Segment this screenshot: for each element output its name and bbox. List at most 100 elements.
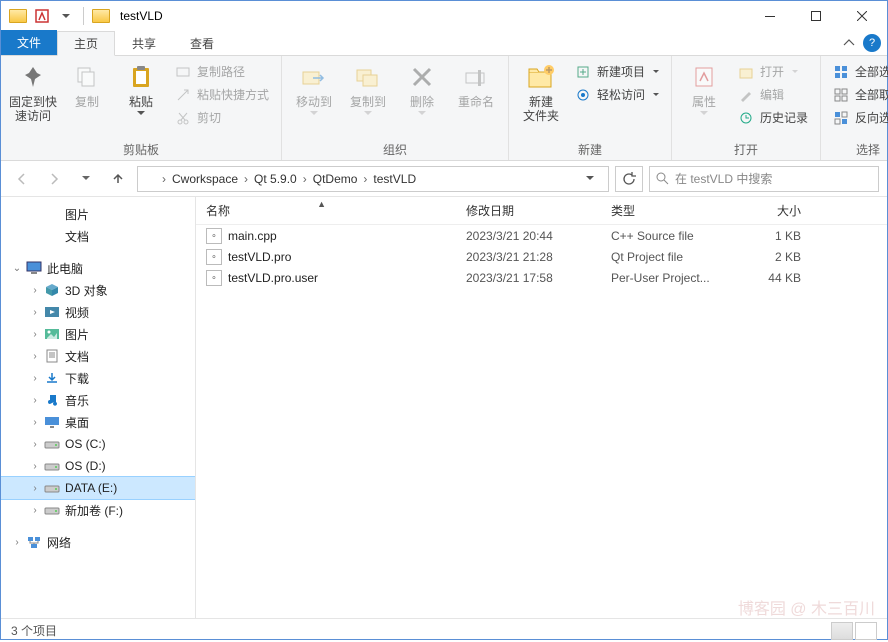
refresh-button[interactable] <box>615 166 643 192</box>
tree-item-this-pc[interactable]: ⌄此电脑 <box>1 257 195 279</box>
file-row[interactable]: ∘testVLD.pro.user2023/3/21 17:58Per-User… <box>196 267 887 288</box>
file-rows: ∘main.cpp2023/3/21 20:44C++ Source file1… <box>196 225 887 618</box>
doc-icon <box>43 348 61 364</box>
maximize-button[interactable] <box>793 1 839 31</box>
close-button[interactable] <box>839 1 885 31</box>
tree-item[interactable]: › 新加卷 (F:) <box>1 499 195 521</box>
cut-button[interactable]: 剪切 <box>171 107 273 128</box>
icons-view-button[interactable] <box>855 622 877 640</box>
history-button[interactable]: 历史记录 <box>734 107 812 128</box>
qat-properties-icon[interactable] <box>31 5 53 27</box>
navigation-tree[interactable]: 图片 文档 ⌄此电脑 ›3D 对象›视频›图片›文档›下载›音乐›桌面›OS (… <box>1 197 196 618</box>
column-header-size[interactable]: 大小 <box>731 202 811 219</box>
details-view-button[interactable] <box>831 622 853 640</box>
qat-folder-icon[interactable] <box>7 5 29 27</box>
chevron-right-icon[interactable]: › <box>27 307 43 318</box>
tree-item[interactable]: ›下载 <box>1 367 195 389</box>
up-button[interactable] <box>105 166 131 192</box>
file-name: testVLD.pro <box>228 250 291 264</box>
chevron-right-icon[interactable]: › <box>303 172 307 186</box>
breadcrumb[interactable]: Cworkspace <box>170 172 240 186</box>
new-folder-button[interactable]: 新建 文件夹 <box>515 59 567 125</box>
properties-button[interactable]: 属性 <box>678 59 730 117</box>
ribbon-tabs: 文件 主页 共享 查看 ? <box>1 31 887 56</box>
tree-item[interactable]: 文档 <box>1 225 195 247</box>
tree-item[interactable]: ›文档 <box>1 345 195 367</box>
ribbon-group-select: 全部选择 全部取消 反向选择 选择 <box>821 56 888 160</box>
music-icon <box>43 392 61 408</box>
easy-access-button[interactable]: 轻松访问 <box>571 84 663 105</box>
edit-button[interactable]: 编辑 <box>734 84 812 105</box>
move-to-button[interactable]: 移动到 <box>288 59 340 117</box>
tab-file[interactable]: 文件 <box>1 30 57 55</box>
search-box[interactable] <box>649 166 879 192</box>
rename-button[interactable]: 重命名 <box>450 59 502 111</box>
copy-to-button[interactable]: 复制到 <box>342 59 394 117</box>
tree-item[interactable]: ›图片 <box>1 323 195 345</box>
desktop-icon <box>43 414 61 430</box>
minimize-button[interactable] <box>747 1 793 31</box>
chevron-right-icon[interactable]: › <box>27 395 43 406</box>
tab-home[interactable]: 主页 <box>57 31 115 56</box>
paste-shortcut-button[interactable]: 粘贴快捷方式 <box>171 84 273 105</box>
chevron-right-icon[interactable]: › <box>27 439 43 450</box>
ribbon-collapse-icon[interactable] <box>843 39 855 47</box>
drive-icon <box>43 502 61 518</box>
column-header-date[interactable]: 修改日期 <box>456 202 601 219</box>
chevron-right-icon[interactable]: › <box>27 373 43 384</box>
file-row[interactable]: ∘testVLD.pro2023/3/21 21:28Qt Project fi… <box>196 246 887 267</box>
pin-to-quick-access-button[interactable]: 固定到快 速访问 <box>7 59 59 125</box>
paste-button[interactable]: 粘贴 <box>115 59 167 117</box>
breadcrumb[interactable]: Qt 5.9.0 <box>252 172 299 186</box>
column-header-name[interactable]: 名称▲ <box>196 202 456 219</box>
delete-button[interactable]: 删除 <box>396 59 448 117</box>
open-button[interactable]: 打开 <box>734 61 812 82</box>
select-none-button[interactable]: 全部取消 <box>829 84 888 105</box>
properties-icon <box>688 61 720 93</box>
tree-item[interactable]: ›DATA (E:) <box>1 477 195 499</box>
chevron-right-icon[interactable]: › <box>27 329 43 340</box>
search-input[interactable] <box>675 172 872 186</box>
chevron-right-icon[interactable]: › <box>244 172 248 186</box>
chevron-right-icon[interactable]: › <box>27 461 43 472</box>
copy-path-button[interactable]: 复制路径 <box>171 61 273 82</box>
tree-item[interactable]: ›OS (C:) <box>1 433 195 455</box>
chevron-right-icon[interactable]: › <box>363 172 367 186</box>
tab-share[interactable]: 共享 <box>115 30 173 55</box>
chevron-right-icon[interactable]: › <box>27 483 43 494</box>
breadcrumb[interactable]: QtDemo <box>311 172 360 186</box>
column-header-type[interactable]: 类型 <box>601 202 731 219</box>
forward-button[interactable] <box>41 166 67 192</box>
copy-button[interactable]: 复制 <box>61 59 113 111</box>
tree-item-network[interactable]: ›网络 <box>1 531 195 553</box>
recent-dropdown[interactable] <box>73 166 99 192</box>
back-button[interactable] <box>9 166 35 192</box>
chevron-down-icon[interactable]: ⌄ <box>9 263 25 274</box>
select-all-button[interactable]: 全部选择 <box>829 61 888 82</box>
tree-item[interactable]: ›桌面 <box>1 411 195 433</box>
address-bar[interactable]: › Cworkspace › Qt 5.9.0 › QtDemo › testV… <box>137 166 609 192</box>
chevron-right-icon[interactable]: › <box>27 505 43 516</box>
chevron-right-icon[interactable]: › <box>27 417 43 428</box>
chevron-right-icon[interactable]: › <box>27 285 43 296</box>
drive-icon <box>43 458 61 474</box>
tab-view[interactable]: 查看 <box>173 30 231 55</box>
chevron-right-icon[interactable]: › <box>162 172 166 186</box>
tree-item[interactable]: ›OS (D:) <box>1 455 195 477</box>
qat-dropdown-icon[interactable] <box>55 5 77 27</box>
new-item-button[interactable]: 新建项目 <box>571 61 663 82</box>
file-row[interactable]: ∘main.cpp2023/3/21 20:44C++ Source file1… <box>196 225 887 246</box>
invert-selection-button[interactable]: 反向选择 <box>829 107 888 128</box>
tree-item[interactable]: ›音乐 <box>1 389 195 411</box>
tree-item[interactable]: ›视频 <box>1 301 195 323</box>
tree-item[interactable]: 图片 <box>1 203 195 225</box>
tree-item-label: 新加卷 (F:) <box>65 502 123 519</box>
help-button[interactable]: ? <box>863 34 881 52</box>
chevron-right-icon[interactable]: › <box>27 351 43 362</box>
tree-item[interactable]: ›3D 对象 <box>1 279 195 301</box>
address-dropdown[interactable] <box>586 176 604 181</box>
network-icon <box>25 534 43 550</box>
chevron-right-icon[interactable]: › <box>9 537 25 548</box>
view-switcher <box>831 622 877 640</box>
breadcrumb[interactable]: testVLD <box>371 172 418 186</box>
